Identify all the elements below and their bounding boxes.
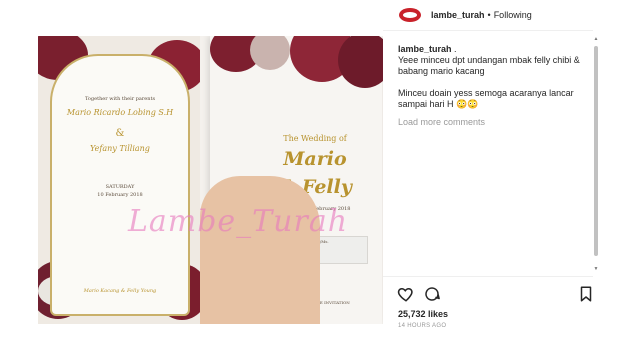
heart-icon[interactable] xyxy=(397,285,415,303)
comment-icon[interactable] xyxy=(423,285,441,303)
post-timestamp: 14 HOURS AGO xyxy=(398,323,447,329)
floral-decoration xyxy=(338,36,383,88)
invitation-card-right: The Wedding of Mario & Felly Saturday, 1… xyxy=(200,36,383,324)
comments-section: lambe_turah . Yeee minceu dpt undangan m… xyxy=(398,44,593,128)
scroll-up-arrow-icon[interactable]: ▲ xyxy=(593,36,599,42)
invitation-day: SATURDAY xyxy=(105,184,135,190)
following-button[interactable]: Following xyxy=(494,10,532,20)
comments-scrollbar[interactable]: ▲ ▼ xyxy=(593,36,599,272)
bookmark-icon[interactable] xyxy=(577,285,595,303)
header-divider xyxy=(383,30,593,31)
wedding-name-1: Mario xyxy=(283,148,347,170)
action-bar xyxy=(397,285,597,305)
caption-username[interactable]: lambe_turah xyxy=(398,44,452,54)
scroll-thumb[interactable] xyxy=(594,46,598,256)
invitation-bride: Yefany Tilliang xyxy=(90,144,150,153)
post-header: lambe_turah • Following xyxy=(383,0,593,30)
invitation-frame: Together with their parents Mario Ricard… xyxy=(50,54,190,316)
header-username[interactable]: lambe_turah xyxy=(431,10,485,20)
actions-divider xyxy=(383,276,593,277)
caption-line-2: Minceu doain yess semoga acaranya lancar… xyxy=(398,88,574,109)
invitation-card-left: Together with their parents Mario Ricard… xyxy=(38,36,208,324)
separator-dot: • xyxy=(487,10,491,20)
floral-decoration xyxy=(250,36,290,70)
likes-count[interactable]: 25,732 likes xyxy=(398,309,448,319)
caption-suffix: . xyxy=(451,44,457,54)
invitation-date: 10 February 2018 xyxy=(97,192,143,198)
invitation-footer: Mario Kacang & Felly Young xyxy=(83,288,157,294)
invitation-intro: Together with their parents xyxy=(84,96,156,102)
caption-line-1: Yeee minceu dpt undangan mbak felly chib… xyxy=(398,55,580,76)
avatar[interactable] xyxy=(399,8,421,22)
post-sidebar: lambe_turah • Following lambe_turah . Ye… xyxy=(383,0,640,360)
post-photo[interactable]: Together with their parents Mario Ricard… xyxy=(38,36,383,324)
invitation-amp: & xyxy=(115,128,125,139)
wedding-title: The Wedding of xyxy=(283,134,347,143)
scroll-down-arrow-icon[interactable]: ▼ xyxy=(593,266,599,272)
load-more-comments[interactable]: Load more comments xyxy=(398,117,593,128)
invitation-groom: Mario Ricardo Lobing S.H xyxy=(66,108,174,117)
hand xyxy=(200,176,320,324)
watermark-text: Lambe_Turah xyxy=(127,204,349,239)
